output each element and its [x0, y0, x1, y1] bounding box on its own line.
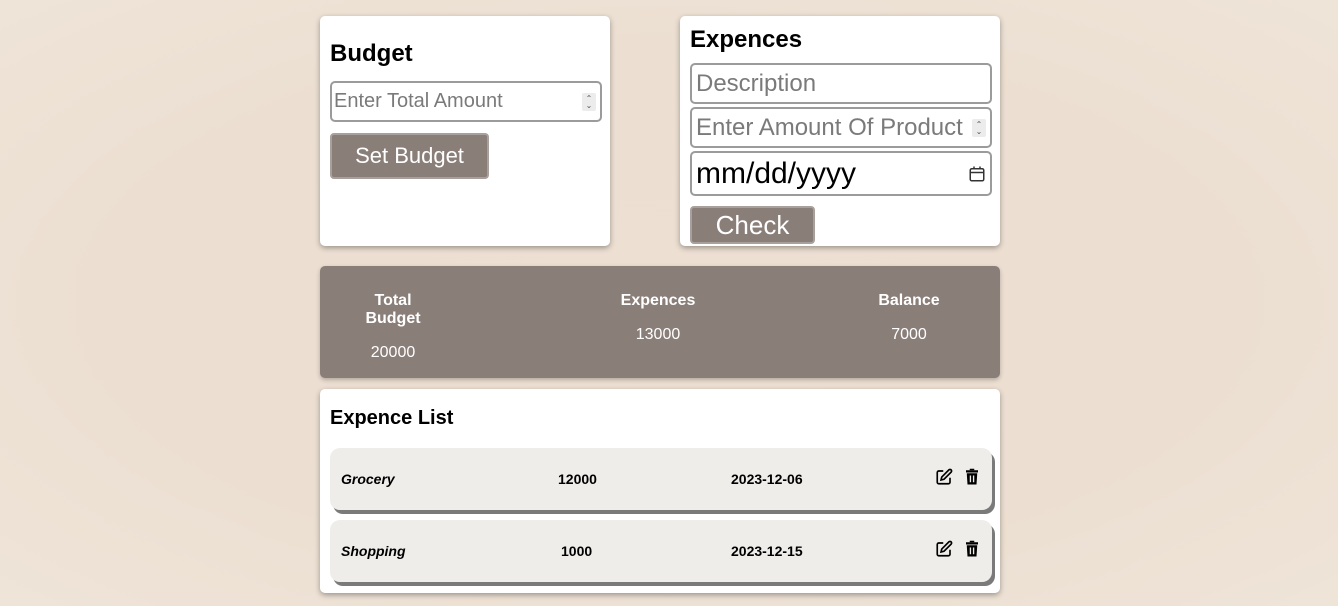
number-spinner-icon[interactable]: ⌃ ⌄ [582, 92, 596, 111]
balance-label: Balance [878, 292, 940, 309]
date-input[interactable]: mm/dd/yyyy [690, 151, 992, 196]
expense-form-card: Expences Description Enter Amount Of Pro… [680, 16, 1000, 246]
trash-icon[interactable] [963, 540, 981, 558]
expense-name: Grocery [341, 471, 395, 487]
budget-title: Budget [330, 40, 413, 67]
expense-amount: 1000 [561, 543, 593, 559]
product-amount-placeholder: Enter Amount Of Product [696, 113, 963, 141]
description-input[interactable]: Description [690, 63, 992, 104]
expense-list-title: Expence List [330, 407, 454, 429]
trash-icon[interactable] [963, 468, 981, 486]
balance-value: 7000 [891, 326, 927, 343]
summary-panel: Total Budget 20000 Expences 13000 Balanc… [320, 266, 1000, 378]
check-button[interactable]: Check [690, 206, 815, 244]
total-amount-placeholder: Enter Total Amount [334, 90, 503, 112]
expense-date: 2023-12-15 [731, 543, 803, 559]
product-amount-input[interactable]: Enter Amount Of Product ⌃ ⌄ [690, 107, 992, 148]
expenses-label: Expences [620, 292, 696, 309]
expense-date: 2023-12-06 [731, 471, 803, 487]
date-placeholder: mm/dd/yyyy [696, 156, 857, 190]
expense-amount: 12000 [558, 471, 597, 487]
expense-form-title: Expences [690, 26, 803, 53]
total-budget-label: Total Budget [365, 292, 421, 327]
expenses-summary: Expences 13000 [618, 292, 698, 344]
expense-row: Grocery 12000 2023-12-06 [330, 448, 992, 510]
edit-icon[interactable] [935, 468, 953, 486]
total-budget-summary: Total Budget 20000 [345, 292, 441, 362]
expense-list-card: Expence List Grocery 12000 2023-12-06 Sh… [320, 389, 1000, 593]
calendar-icon[interactable] [968, 165, 986, 183]
description-placeholder: Description [696, 69, 817, 97]
expense-row: Shopping 1000 2023-12-15 [330, 520, 992, 582]
budget-card: Budget Enter Total Amount ⌃ ⌄ Set Budget [320, 16, 610, 246]
expense-name: Shopping [341, 543, 406, 559]
balance-summary: Balance 7000 [874, 292, 944, 344]
total-budget-value: 20000 [370, 344, 416, 361]
edit-icon[interactable] [935, 540, 953, 558]
number-spinner-icon[interactable]: ⌃ ⌄ [972, 118, 986, 137]
expenses-value: 13000 [635, 326, 681, 343]
total-amount-input[interactable]: Enter Total Amount ⌃ ⌄ [330, 81, 602, 122]
set-budget-button[interactable]: Set Budget [330, 133, 489, 179]
